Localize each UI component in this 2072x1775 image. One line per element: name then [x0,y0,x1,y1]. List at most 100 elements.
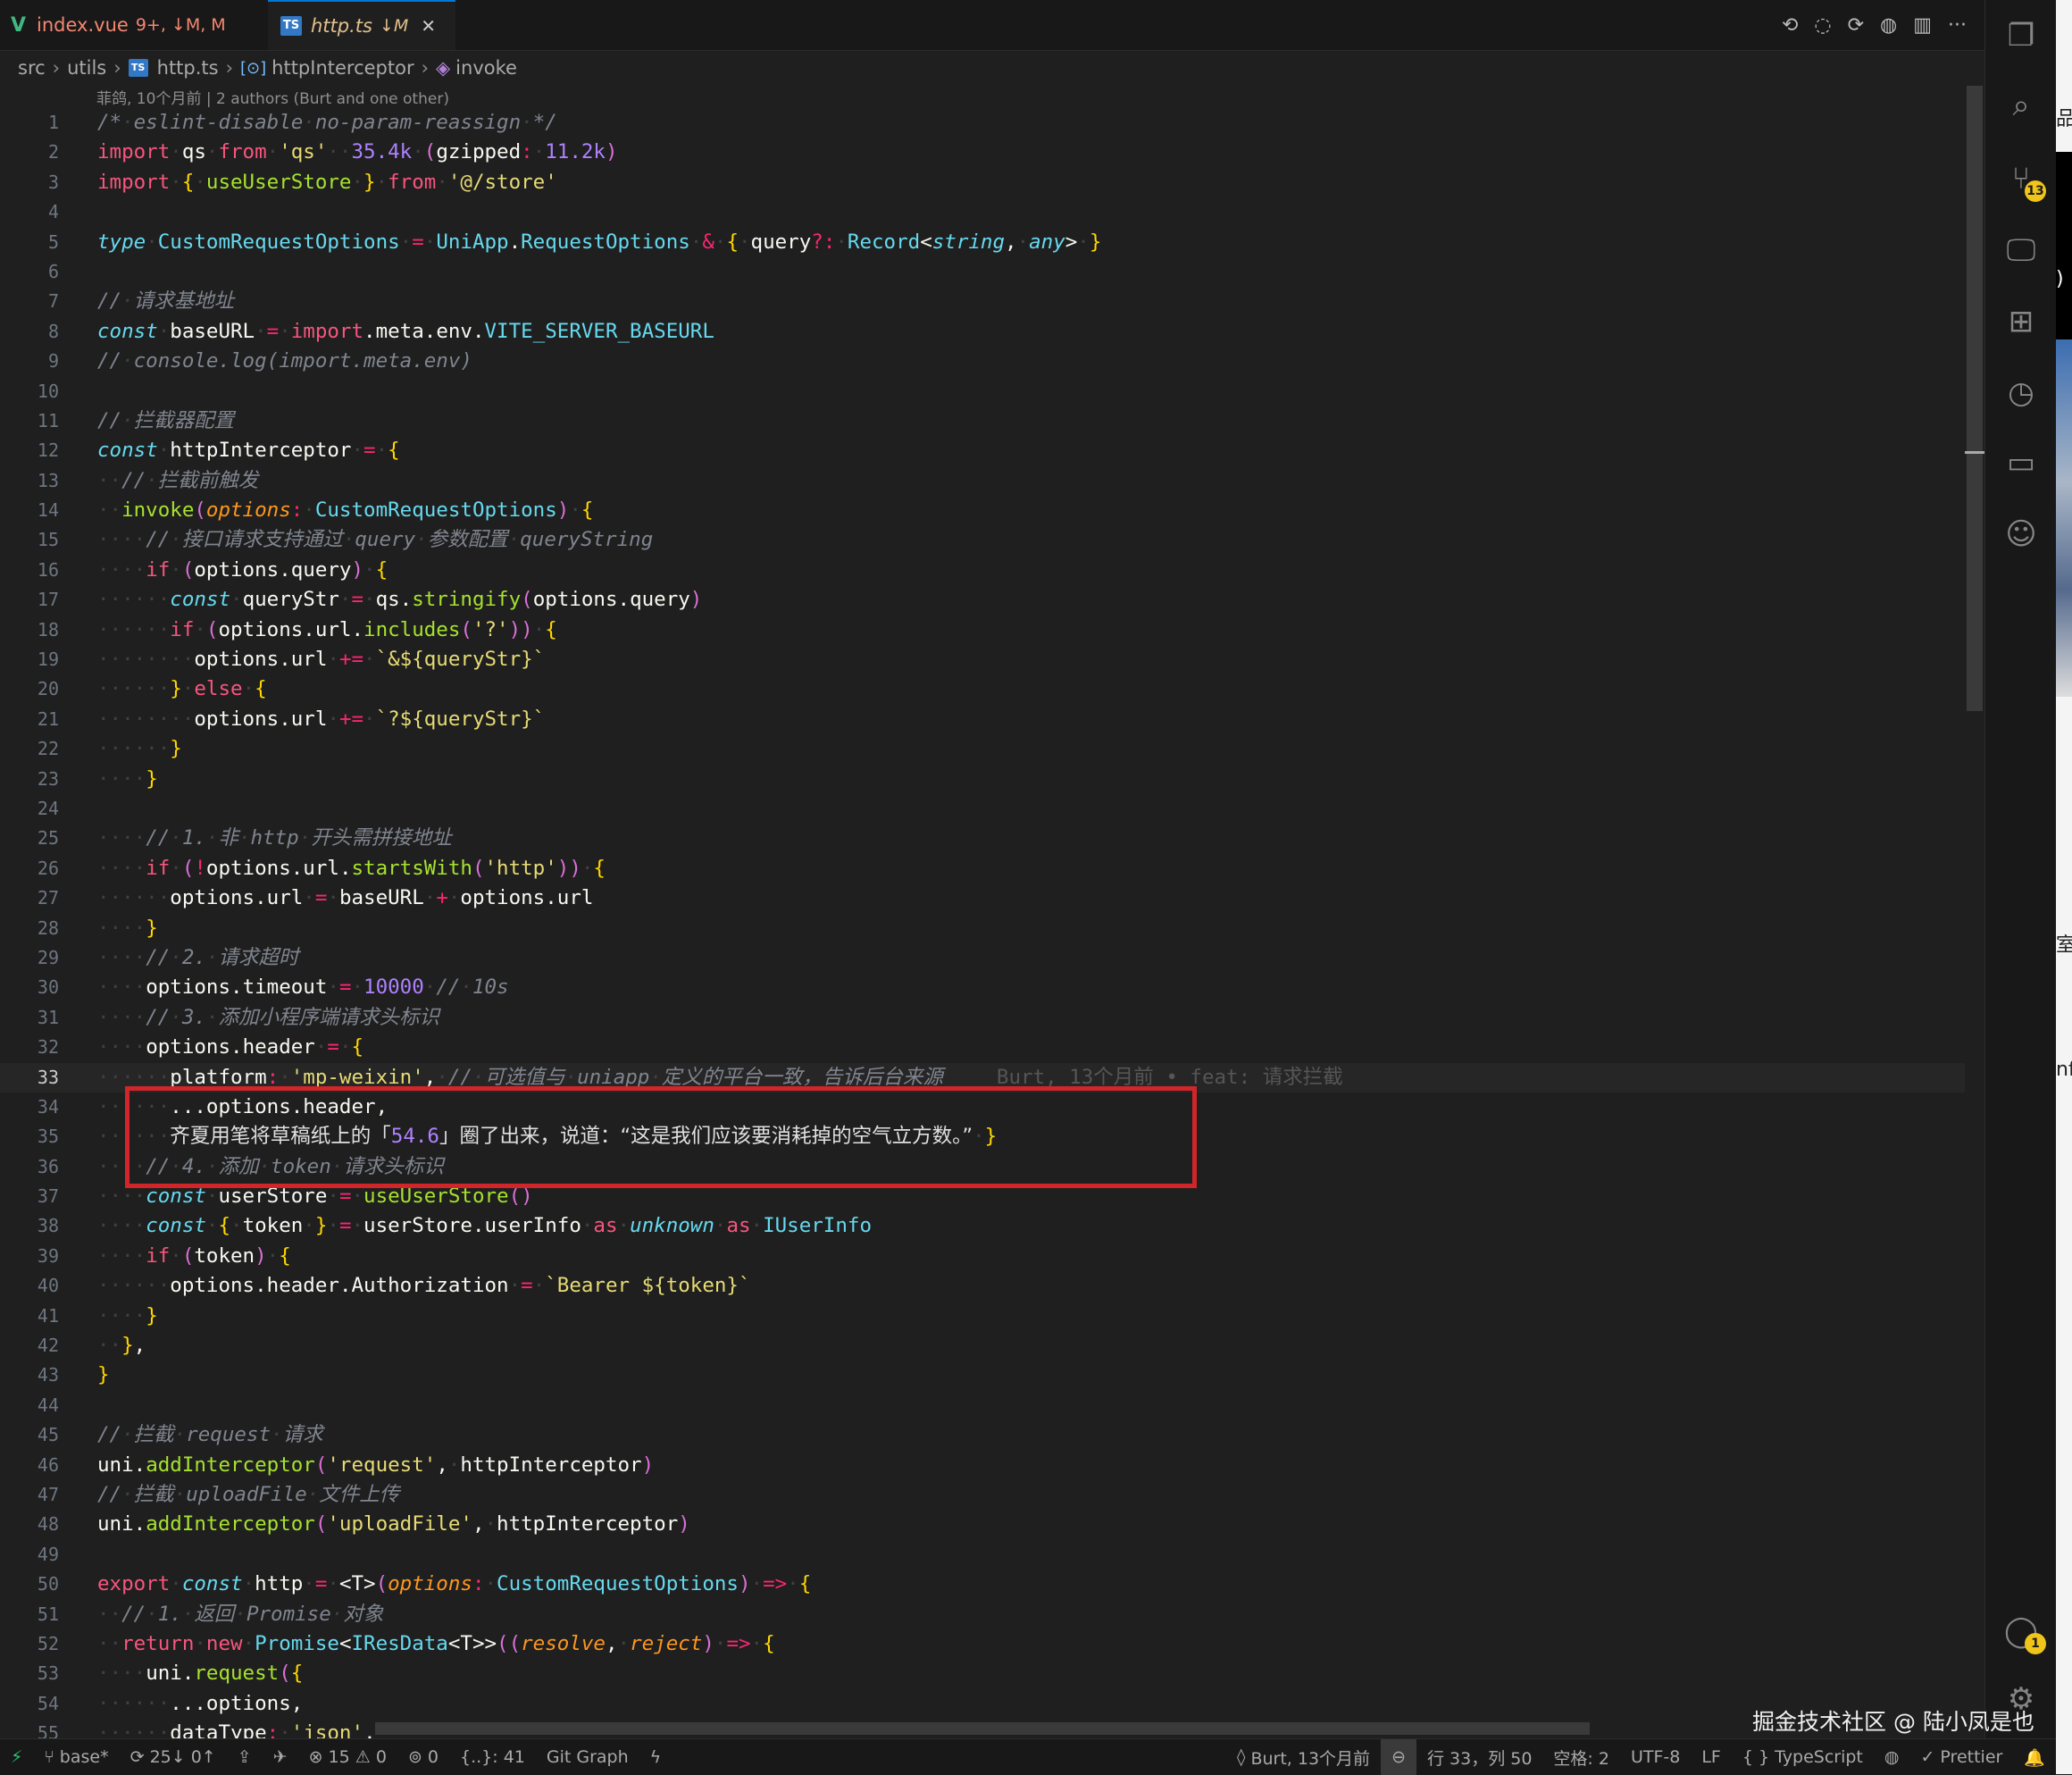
line-number[interactable]: 42 [0,1331,59,1361]
line-number[interactable]: 34 [0,1093,59,1122]
tab-index-vue[interactable]: V index.vue 9+, ↓M, M [0,0,268,50]
tab-http-ts[interactable]: TS http.ts ↓M ✕ [268,0,455,50]
code-line[interactable]: 13 ··//·拦截前触发 [0,466,1965,496]
line-number[interactable]: 39 [0,1242,59,1271]
more-actions-icon[interactable]: ··· [1948,14,1967,37]
line-number[interactable]: 19 [0,645,59,674]
line-number[interactable]: 13 [0,466,59,496]
timeline-icon[interactable]: ◷ [1985,366,2057,420]
line-number[interactable]: 24 [0,794,59,824]
code-line[interactable]: 16 ····if·(options.query)·{ [0,556,1965,585]
line-number[interactable]: 32 [0,1033,59,1062]
code-line[interactable]: 53 ····uni.request({ [0,1659,1965,1688]
line-number[interactable]: 31 [0,1003,59,1033]
breadcrumb-file[interactable]: http.ts [157,57,219,79]
line-number[interactable]: 53 [0,1659,59,1688]
line-number[interactable]: 8 [0,317,59,347]
line-number[interactable]: 52 [0,1629,59,1659]
line-number[interactable]: 50 [0,1570,59,1599]
code-line[interactable]: 42 ··}, [0,1331,1965,1361]
blame-status[interactable]: ◊ Burt, 13个月前 [1226,1739,1381,1775]
codelens-blame-header[interactable]: 菲鸽, 10个月前 | 2 authors (Burt and one othe… [96,86,449,108]
split-editor-icon[interactable]: ▥ [1913,14,1932,37]
line-number[interactable]: 36 [0,1152,59,1182]
line-number[interactable]: 25 [0,824,59,853]
code-editor[interactable]: 菲鸽, 10个月前 | 2 authors (Burt and one othe… [0,86,1965,1738]
code-line[interactable]: 27 ······options.url·=·baseURL·+·options.… [0,883,1965,913]
code-line[interactable]: 39 ····if·(token)·{ [0,1242,1965,1271]
code-line[interactable]: 19 ········options.url·+=·`&${queryStr}` [0,645,1965,674]
zoom-icon[interactable]: ⊖ [1381,1739,1416,1775]
line-number[interactable]: 43 [0,1361,59,1390]
code-line[interactable]: 6 [0,257,1965,287]
notifications-bell-icon[interactable]: 🔔 [2013,1739,2056,1775]
line-number[interactable]: 28 [0,914,59,943]
line-number[interactable]: 15 [0,525,59,555]
line-number[interactable]: 41 [0,1302,59,1331]
line-number[interactable]: 54 [0,1689,59,1719]
code-line[interactable]: 30 ····options.timeout·=·10000·//·10s [0,973,1965,1002]
line-number[interactable]: 55 [0,1719,59,1738]
code-line[interactable]: 49 [0,1540,1965,1570]
line-number[interactable]: 35 [0,1122,59,1151]
line-number[interactable]: 26 [0,854,59,883]
code-line[interactable]: 22 ······} [0,734,1965,764]
line-number[interactable]: 51 [0,1600,59,1629]
scrollbar-thumb[interactable] [1967,86,1983,711]
publish-icon[interactable]: ⇪ [227,1739,263,1775]
horizontal-scrollbar-thumb[interactable] [375,1722,1590,1735]
code-line[interactable]: 45 //·拦截·request·请求 [0,1420,1965,1450]
inline-blame[interactable]: Burt, 13个月前 • feat: 请求拦截 [997,1066,1343,1089]
remote-indicator-icon[interactable]: ⚡ [0,1739,33,1775]
go-back-icon[interactable]: ⟲ [1782,14,1798,37]
line-number[interactable]: 9 [0,347,59,376]
code-line[interactable]: 41 ····} [0,1302,1965,1331]
line-number[interactable]: 1 [0,108,59,138]
git-commit-icon[interactable]: ◌ [1814,14,1831,37]
code-line[interactable]: 48 uni.addInterceptor('uploadFile',·httpI… [0,1510,1965,1539]
code-line[interactable]: 3 import·{·useUserStore·}·from·'@/store' [0,168,1965,197]
breadcrumb-symbol[interactable]: httpInterceptor [272,57,414,79]
line-number[interactable]: 7 [0,287,59,316]
git-graph-icon[interactable]: ◍ [1880,14,1897,37]
line-number[interactable]: 17 [0,585,59,615]
code-line[interactable]: 7 //·请求基地址 [0,287,1965,316]
close-icon[interactable]: ✕ [421,15,436,37]
end-of-line[interactable]: LF [1691,1739,1732,1775]
encoding[interactable]: UTF-8 [1620,1739,1691,1775]
files-icon[interactable]: ❐ [1985,9,2057,63]
code-line[interactable]: 50 export·const·http·=·<T>(options:·Custo… [0,1570,1965,1599]
line-number[interactable]: 2 [0,138,59,167]
line-number[interactable]: 33 [0,1063,59,1093]
code-line[interactable]: 54 ······...options, [0,1689,1965,1719]
bolt-icon[interactable]: ϟ [639,1739,673,1775]
line-number[interactable]: 22 [0,734,59,764]
code-line[interactable]: 51 ··//·1.·返回·Promise·对象 [0,1600,1965,1629]
line-number[interactable]: 40 [0,1271,59,1301]
code-line[interactable]: 28 ····} [0,914,1965,943]
go-forward-icon[interactable]: ⟳ [1848,14,1864,37]
line-number[interactable]: 3 [0,168,59,197]
code-line[interactable]: 15 ····//·接口请求支持通过·query·参数配置·queryString [0,525,1965,555]
line-number[interactable]: 10 [0,377,59,406]
line-number[interactable]: 45 [0,1420,59,1450]
code-line[interactable]: 38 ····const·{·token·}·=·userStore.userIn… [0,1211,1965,1241]
copilot-icon[interactable]: ☺ [1985,507,2057,561]
code-line[interactable]: 11 //·拦截器配置 [0,406,1965,436]
code-line[interactable]: 5 type·CustomRequestOptions·=·UniApp.Requ… [0,228,1965,257]
line-number[interactable]: 21 [0,705,59,734]
problems-status[interactable]: ⊗ 15 ⚠ 0 [298,1739,397,1775]
prettier-status[interactable]: ✓ Prettier [1909,1739,2013,1775]
code-line[interactable]: 47 //·拦截·uploadFile·文件上传 [0,1480,1965,1510]
breadcrumb-utils[interactable]: utils [67,57,106,79]
line-number[interactable]: 18 [0,615,59,645]
code-line[interactable]: 8 const·baseURL·=·import.meta.env.VITE_SE… [0,317,1965,347]
remote-explorer-icon[interactable]: 🖵 [1985,223,2057,277]
code-line[interactable]: 10 [0,377,1965,406]
code-line[interactable]: 24 [0,794,1965,824]
code-line[interactable]: 14 ··invoke(options:·CustomRequestOptions… [0,496,1965,525]
line-number[interactable]: 48 [0,1510,59,1539]
copilot-status-icon[interactable]: ◍ [1874,1739,1910,1775]
code-line[interactable]: 2 import·qs·from·'qs'··35.4k·(gzipped:·11… [0,138,1965,167]
line-number[interactable]: 44 [0,1391,59,1420]
